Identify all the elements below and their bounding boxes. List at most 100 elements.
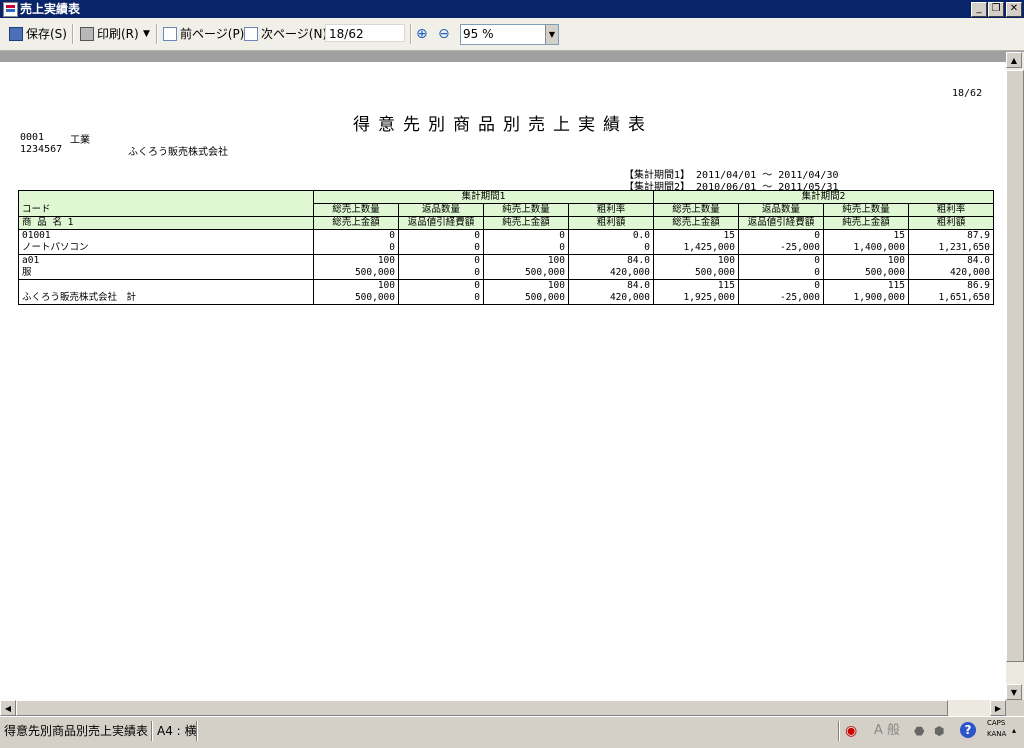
- page-number-field[interactable]: 18/62: [325, 24, 405, 42]
- header-cell: 粗利額: [908, 216, 994, 230]
- header-cell: 返品値引経費額: [738, 216, 824, 230]
- customer-code: 1234567: [20, 144, 63, 155]
- value-cell: 0: [738, 267, 824, 280]
- ime-mode[interactable]: A 般: [874, 722, 900, 740]
- value-cell: 500,000: [483, 292, 569, 305]
- header-cell: 総売上数量: [313, 203, 399, 217]
- header-cell: 粗利率: [568, 203, 654, 217]
- header-period2: 集計期間2: [653, 190, 994, 204]
- value-cell: 1,900,000: [823, 292, 909, 305]
- zoom-out-button[interactable]: ⊖: [438, 24, 450, 44]
- value-cell: 0: [738, 254, 824, 267]
- header-code: コード: [18, 190, 314, 217]
- ime-tool-icon[interactable]: ⬣: [914, 722, 924, 740]
- value-cell: 1,400,000: [823, 242, 909, 255]
- value-cell: 0: [313, 242, 399, 255]
- value-cell: 0: [398, 254, 484, 267]
- sales-table: コード 集計期間1 集計期間2 総売上数量 返品数量 純売上数量 粗利率 総売上…: [18, 190, 994, 305]
- zoom-select[interactable]: 95 % ▼: [460, 24, 559, 45]
- value-cell: 100: [313, 279, 399, 292]
- header-cell: 返品値引経費額: [398, 216, 484, 230]
- vertical-scrollbar[interactable]: ▲ ▼: [1006, 52, 1024, 700]
- report-title: 得意先別商品別売上実績表: [353, 115, 653, 135]
- item-code: a01: [18, 254, 314, 267]
- value-cell: 100: [483, 279, 569, 292]
- value-cell: 0: [738, 229, 824, 242]
- next-page-button[interactable]: 次ページ(N): [244, 24, 327, 44]
- window-title: 売上実績表: [20, 2, 81, 16]
- print-dropdown-button[interactable]: ▼: [143, 24, 150, 44]
- value-cell: 420,000: [908, 267, 994, 280]
- scroll-down-icon[interactable]: ▼: [1006, 684, 1022, 700]
- header-cell: 総売上金額: [313, 216, 399, 230]
- value-cell: 420,000: [568, 267, 654, 280]
- value-cell: 0: [313, 229, 399, 242]
- value-cell: 0: [738, 279, 824, 292]
- value-cell: 0: [398, 267, 484, 280]
- header-cell: 純売上金額: [823, 216, 909, 230]
- ime-pad-icon[interactable]: ⬢: [934, 722, 944, 740]
- chevron-down-icon: ▼: [143, 29, 150, 39]
- value-cell: 500,000: [823, 267, 909, 280]
- zoom-in-button[interactable]: ⊕: [416, 24, 428, 44]
- value-cell: 500,000: [313, 292, 399, 305]
- value-cell: 1,231,650: [908, 242, 994, 255]
- item-name: ノートパソコン: [18, 242, 314, 255]
- header-cell: 返品数量: [738, 203, 824, 217]
- printer-icon: [80, 27, 94, 41]
- kana-indicator: KANA: [987, 730, 1007, 738]
- next-page-label: 次ページ(N): [261, 27, 328, 41]
- value-cell: 420,000: [568, 292, 654, 305]
- zoom-out-icon: ⊖: [438, 26, 450, 42]
- title-bar: 売上実績表 _ ❐ ✕: [0, 0, 1024, 18]
- table-body: 01001 0 0 0 0.0 15 0 15 87.9 ノートパソコン 0 0 0 0 1,425,000…: [18, 229, 994, 305]
- header-cell: 総売上金額: [653, 216, 739, 230]
- header-cell: 粗利額: [568, 216, 654, 230]
- next-page-icon: [244, 27, 258, 41]
- header-cell: 粗利率: [908, 203, 994, 217]
- vertical-scroll-thumb[interactable]: [1006, 70, 1024, 662]
- value-cell: 84.0: [568, 279, 654, 292]
- print-button[interactable]: 印刷(R): [80, 24, 139, 44]
- prev-page-label: 前ページ(P): [180, 27, 245, 41]
- viewer-top-margin: [0, 51, 1024, 62]
- toolbar-separator: [410, 24, 412, 44]
- help-icon[interactable]: ?: [960, 722, 976, 738]
- status-chevron-icon[interactable]: ▴: [1012, 722, 1016, 740]
- save-icon: [9, 27, 23, 41]
- prev-page-button[interactable]: 前ページ(P): [163, 24, 244, 44]
- minimize-button[interactable]: _: [971, 2, 987, 17]
- scroll-left-icon[interactable]: ◀: [0, 700, 16, 716]
- value-cell: 500,000: [313, 267, 399, 280]
- close-button[interactable]: ✕: [1006, 2, 1022, 17]
- scroll-up-icon[interactable]: ▲: [1006, 52, 1022, 68]
- horizontal-scrollbar[interactable]: ◀ ▶: [0, 700, 1006, 716]
- value-cell: 100: [653, 254, 739, 267]
- value-cell: 100: [313, 254, 399, 267]
- ime-icon[interactable]: ◉: [845, 722, 857, 740]
- zoom-dropdown-arrow-icon[interactable]: ▼: [545, 25, 558, 44]
- header-cell: 返品数量: [398, 203, 484, 217]
- status-report-name: 得意先別商品別売上実績表: [4, 724, 149, 738]
- header-name: 商 品 名 1: [18, 216, 314, 230]
- zoom-value: 95 %: [463, 27, 494, 41]
- customer-name: ふくろう販売株式会社: [128, 147, 228, 158]
- scrollbar-corner: [1006, 700, 1024, 716]
- value-cell: -25,000: [738, 242, 824, 255]
- restore-button[interactable]: ❐: [988, 2, 1004, 17]
- table-row: 服 500,000 0 500,000 420,000 500,000 0 500,000 42…: [18, 267, 994, 280]
- horizontal-scroll-thumb[interactable]: [16, 700, 948, 716]
- value-cell: 1,925,000: [653, 292, 739, 305]
- prev-page-icon: [163, 27, 177, 41]
- value-cell: 0: [483, 229, 569, 242]
- toolbar-separator: [156, 24, 158, 44]
- status-paper: A4 : 横: [157, 724, 197, 738]
- header-period1: 集計期間1: [313, 190, 654, 204]
- value-cell: 100: [823, 254, 909, 267]
- app-icon: [3, 2, 18, 17]
- item-name: ふくろう販売株式会社 計: [18, 292, 314, 305]
- value-cell: 0: [398, 292, 484, 305]
- scroll-right-icon[interactable]: ▶: [990, 700, 1006, 716]
- save-button[interactable]: 保存(S): [9, 24, 67, 44]
- save-label: 保存(S): [26, 27, 67, 41]
